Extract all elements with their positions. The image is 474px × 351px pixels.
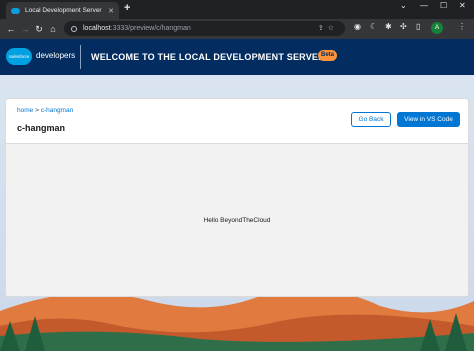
card-header: home > c-hangman c-hangman Go Back View … bbox=[6, 99, 468, 144]
extension-moon-icon[interactable]: ☾ bbox=[370, 22, 377, 31]
extension-gear-icon[interactable]: ✱ bbox=[385, 22, 392, 31]
preview-card: home > c-hangman c-hangman Go Back View … bbox=[5, 98, 469, 297]
profile-avatar[interactable]: A bbox=[431, 22, 443, 34]
share-bookmark-icons[interactable]: ⇪☆ bbox=[318, 24, 338, 32]
extension-eye-icon[interactable]: ◉ bbox=[354, 22, 361, 31]
minimize-icon[interactable]: — bbox=[420, 1, 428, 10]
salesforce-cloud-icon bbox=[11, 7, 20, 14]
url-host: localhost bbox=[83, 25, 111, 32]
site-info-icon[interactable] bbox=[71, 25, 77, 32]
salesforce-logo: salesforce bbox=[6, 48, 32, 65]
menu-kebab-icon[interactable]: ⋮ bbox=[458, 22, 466, 31]
forward-arrow-icon[interactable]: → bbox=[18, 24, 32, 34]
view-in-vscode-button[interactable]: View in VS Code bbox=[397, 112, 460, 127]
browser-tabstrip: Local Development Server ✕ + ⌄ — ☐ ✕ bbox=[0, 0, 474, 19]
url-path: :3333/preview/c/hangman bbox=[110, 25, 191, 32]
new-tab-icon[interactable]: + bbox=[124, 2, 130, 14]
close-icon[interactable]: ✕ bbox=[108, 7, 114, 15]
chevron-down-icon[interactable]: ⌄ bbox=[400, 1, 407, 10]
header-title: WELCOME TO THE LOCAL DEVELOPMENT SERVER bbox=[91, 52, 325, 62]
browser-tab[interactable]: Local Development Server ✕ bbox=[6, 2, 119, 19]
component-output: Hello BeyondTheCloud bbox=[203, 217, 271, 224]
page-title: c-hangman bbox=[17, 123, 66, 133]
sf-dev-header: salesforce developers WELCOME TO THE LOC… bbox=[0, 39, 474, 75]
breadcrumb-home-link[interactable]: home bbox=[17, 107, 33, 114]
brand-text: developers bbox=[36, 51, 76, 60]
breadcrumb: home > c-hangman bbox=[17, 107, 73, 114]
header-divider bbox=[80, 45, 81, 69]
address-bar[interactable]: localhost :3333/preview/c/hangman ⇪☆ bbox=[64, 21, 345, 36]
home-icon[interactable]: ⌂ bbox=[46, 24, 60, 34]
reload-icon[interactable]: ↻ bbox=[32, 24, 46, 35]
maximize-icon[interactable]: ☐ bbox=[440, 1, 447, 10]
extensions-puzzle-icon[interactable]: ✣ bbox=[400, 22, 407, 31]
sidebar-icon[interactable]: ▯ bbox=[416, 22, 420, 31]
back-arrow-icon[interactable]: ← bbox=[4, 24, 18, 34]
breadcrumb-current-link[interactable]: c-hangman bbox=[41, 107, 74, 114]
window-close-icon[interactable]: ✕ bbox=[459, 1, 466, 10]
page: salesforce developers WELCOME TO THE LOC… bbox=[0, 39, 474, 351]
beta-badge: Beta bbox=[318, 50, 337, 61]
go-back-button[interactable]: Go Back bbox=[351, 112, 391, 127]
tab-title: Local Development Server bbox=[25, 7, 102, 14]
breadcrumb-separator: > bbox=[35, 107, 39, 114]
